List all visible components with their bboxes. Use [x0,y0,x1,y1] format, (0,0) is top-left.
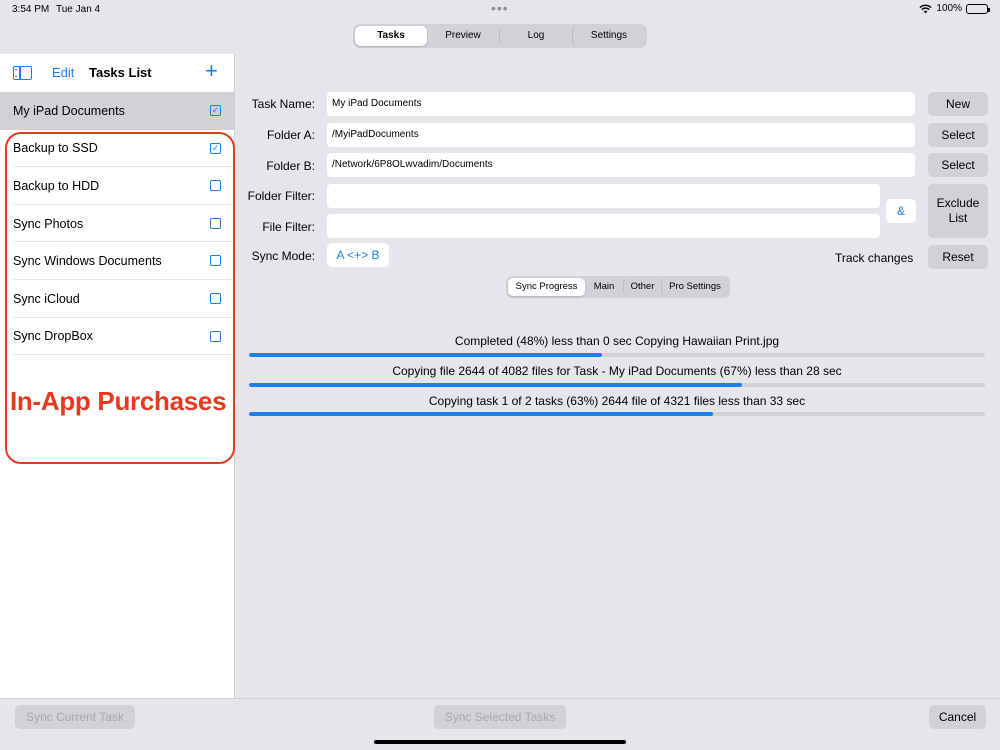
task-name-label: Task Name: [251,97,315,111]
sync-mode-label: Sync Mode: [251,249,315,263]
progress-bar-overall [249,412,985,416]
status-right: 100% [919,3,990,14]
folder-filter-field[interactable] [327,184,880,208]
battery-icon [966,3,990,14]
add-task-icon[interactable]: + [205,60,218,82]
task-row-my-ipad-documents[interactable]: My iPad Documents ✓ [0,92,234,130]
folder-a-field[interactable]: /MyiPadDocuments [327,123,915,147]
sidebar-header: Edit Tasks List + [0,54,234,92]
progress-fill [249,353,603,357]
in-app-purchases-label: In-App Purchases [10,386,227,416]
tab-main[interactable]: Main [585,278,623,296]
reset-button[interactable]: Reset [928,245,988,269]
folder-a-label: Folder A: [266,128,315,142]
sync-current-task-button[interactable]: Sync Current Task [15,705,135,729]
exclude-label-line1: Exclude [936,196,980,210]
and-filter-button[interactable]: & [886,199,916,223]
sync-selected-tasks-button[interactable]: Sync Selected Tasks [434,705,566,729]
folder-b-label: Folder B: [266,159,315,173]
bottom-bar: Sync Current Task Sync Selected Tasks Ca… [0,698,1000,750]
tab-tasks[interactable]: Tasks [355,26,427,46]
sidebar-toggle-icon[interactable] [13,66,32,80]
exclude-label-line2: List [948,211,968,225]
folder-filter-label: Folder Filter: [247,189,315,203]
progress-text-file: Completed (48%) less than 0 sec Copying … [454,334,780,348]
sub-tabs: Sync Progress Main Other Pro Settings [506,276,730,298]
task-label: My iPad Documents [13,103,125,118]
exclude-list-button[interactable]: Exclude List [928,184,988,238]
status-time: 3:54 PM [12,4,50,15]
task-name-field[interactable]: My iPad Documents [327,92,915,116]
progress-fill [249,383,743,387]
cancel-button[interactable]: Cancel [929,705,986,729]
status-date: Tue Jan 4 [56,4,101,15]
tab-settings[interactable]: Settings [572,26,645,46]
battery-percent: 100% [936,3,962,14]
tab-pro-settings[interactable]: Pro Settings [661,278,728,296]
file-filter-label: File Filter: [262,220,315,234]
new-button[interactable]: New [928,92,988,116]
home-indicator [374,740,626,744]
progress-text-task: Copying file 2644 of 4082 files for Task… [392,364,842,378]
folder-b-field[interactable]: /Network/6P8OLwvadim/Documents [327,153,915,177]
multitasking-dots-icon[interactable]: ••• [491,0,509,16]
tab-other[interactable]: Other [623,278,661,296]
wifi-icon [919,4,933,13]
status-bar: 3:54 PM Tue Jan 4 ••• 100% [0,0,1000,20]
select-folder-a-button[interactable]: Select [928,123,988,147]
tab-log[interactable]: Log [499,26,572,46]
checkbox-checked-icon[interactable]: ✓ [210,105,221,116]
progress-bar-task [249,383,985,387]
progress-fill [249,412,713,416]
track-changes-label: Track changes [835,251,914,265]
file-filter-field[interactable] [327,214,880,238]
sidebar-title: Tasks List [89,65,152,80]
top-tabs: Tasks Preview Log Settings [353,24,647,48]
select-folder-b-button[interactable]: Select [928,153,988,177]
edit-button[interactable]: Edit [52,65,74,80]
tab-preview[interactable]: Preview [427,26,499,46]
progress-text-overall: Copying task 1 of 2 tasks (63%) 2644 fil… [428,394,806,408]
tab-sync-progress[interactable]: Sync Progress [508,278,585,296]
sync-mode-button[interactable]: A <+> B [327,243,389,267]
progress-bar-file [249,353,985,357]
